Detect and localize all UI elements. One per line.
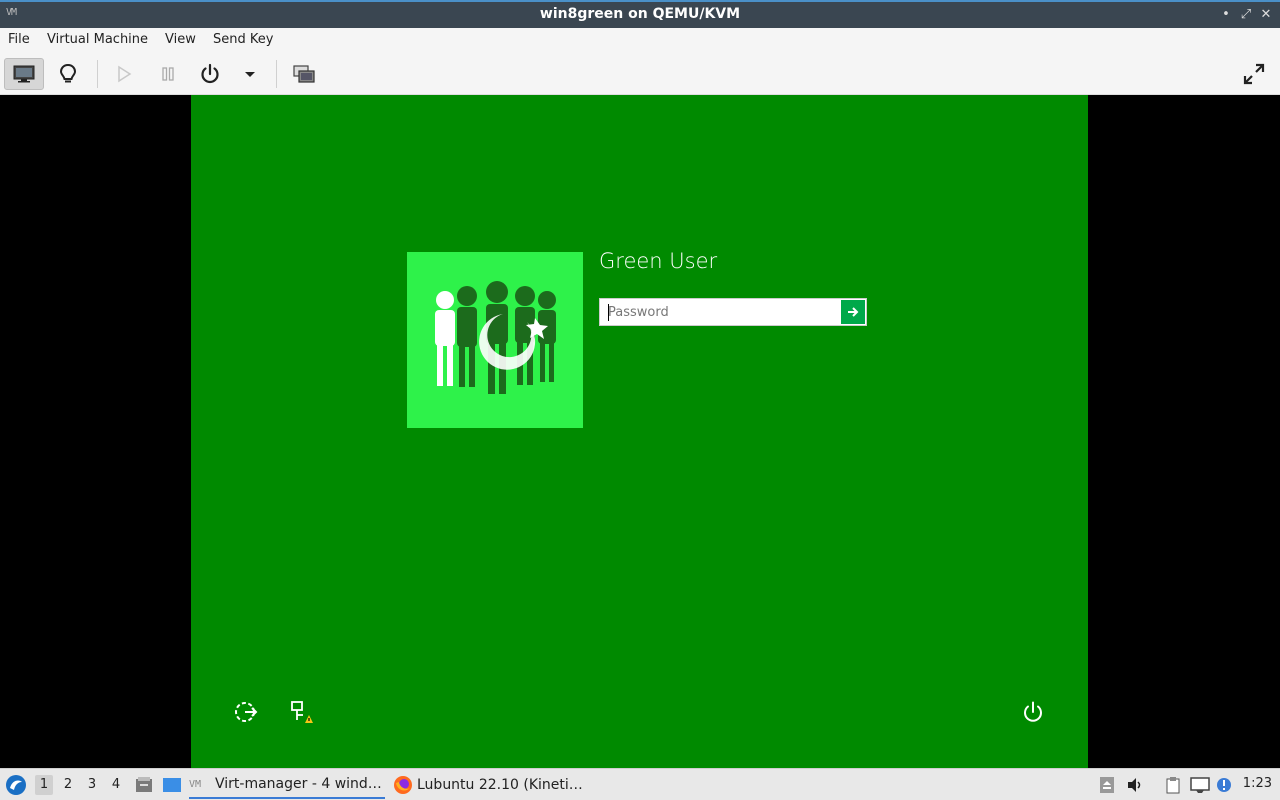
menu-virtual-machine[interactable]: Virtual Machine: [47, 32, 148, 47]
shutdown-menu-button[interactable]: [230, 58, 270, 90]
monitor-icon: [13, 65, 35, 83]
taskbar-task-virt-manager[interactable]: VM Virt-manager - 4 wind…: [189, 771, 385, 799]
show-details-button[interactable]: [48, 58, 88, 90]
pause-button[interactable]: [148, 58, 188, 90]
user-group-picture: [435, 281, 556, 394]
window-title: win8green on QEMU/KVM: [539, 6, 741, 22]
toolbar: [0, 53, 1280, 95]
arrow-right-icon: [848, 307, 859, 317]
workspace-2[interactable]: 2: [59, 775, 77, 795]
vm-power-button[interactable]: [1019, 698, 1047, 726]
minimize-button[interactable]: •: [1216, 5, 1236, 25]
task-label: Virt-manager - 4 wind…: [215, 776, 382, 792]
text-cursor: [608, 304, 609, 321]
snapshots-icon: [293, 65, 315, 83]
network-button[interactable]: [288, 698, 316, 726]
lubuntu-icon: [6, 775, 26, 795]
workspace-3[interactable]: 3: [83, 775, 101, 795]
dropdown-arrow-icon: [245, 72, 255, 77]
maximize-button[interactable]: ⤢: [1236, 5, 1256, 25]
workspace-1[interactable]: 1: [35, 775, 53, 795]
menu-bar: File Virtual Machine View Send Key: [0, 28, 1280, 53]
volume-icon: [1128, 778, 1141, 792]
fullscreen-icon: [1243, 63, 1265, 85]
pause-icon: [162, 67, 174, 81]
toolbar-separator: [276, 60, 277, 88]
eject-icon: [1100, 777, 1114, 793]
start-menu-button[interactable]: [5, 774, 27, 796]
taskbar: 1 2 3 4 VM Virt-manager - 4 wind… Lubunt…: [0, 768, 1280, 800]
play-icon: [118, 65, 132, 83]
volume-button[interactable]: [1125, 775, 1145, 795]
show-desktop-button[interactable]: [162, 775, 182, 795]
run-button[interactable]: [104, 58, 144, 90]
password-field[interactable]: [600, 299, 840, 325]
clipboard-icon: [1166, 777, 1180, 794]
show-console-button[interactable]: [4, 58, 44, 90]
close-button[interactable]: ✕: [1256, 5, 1276, 25]
menu-view[interactable]: View: [165, 32, 196, 47]
menu-file[interactable]: File: [8, 32, 30, 47]
snapshots-button[interactable]: [284, 58, 324, 90]
submit-password-button[interactable]: [841, 300, 865, 324]
ease-of-access-button[interactable]: [232, 698, 260, 726]
user-name: Green User: [599, 249, 718, 273]
shutdown-button[interactable]: [190, 58, 230, 90]
file-manager-icon: [136, 777, 152, 792]
taskbar-task-firefox[interactable]: Lubuntu 22.10 (Kineti…: [393, 771, 589, 799]
fullscreen-button[interactable]: [1234, 58, 1274, 90]
window-titlebar[interactable]: VM win8green on QEMU/KVM • ⤢ ✕: [0, 0, 1280, 28]
update-notifier-icon: [1217, 778, 1231, 792]
update-notifier-button[interactable]: [1214, 775, 1234, 795]
power-icon: [201, 63, 219, 84]
clipboard-button[interactable]: [1163, 775, 1183, 795]
task-label: Lubuntu 22.10 (Kineti…: [417, 777, 583, 793]
display-button[interactable]: [1190, 775, 1210, 795]
file-manager-launcher[interactable]: [134, 775, 154, 795]
virt-manager-icon: VM: [189, 778, 202, 790]
toolbar-separator: [97, 60, 98, 88]
eject-button[interactable]: [1097, 775, 1117, 795]
windows-login-screen[interactable]: Green User: [191, 95, 1088, 768]
lightbulb-icon: [59, 63, 77, 83]
ease-of-access-icon: [235, 702, 258, 722]
menu-send-key[interactable]: Send Key: [213, 32, 273, 47]
user-avatar: [407, 252, 583, 428]
clock[interactable]: 1:23: [1243, 776, 1272, 791]
password-box: [599, 298, 867, 326]
firefox-icon: [394, 776, 412, 794]
display-icon: [1190, 777, 1210, 793]
desktop-icon: [163, 778, 181, 792]
vm-display-area[interactable]: Green User: [0, 95, 1280, 768]
workspace-4[interactable]: 4: [107, 775, 125, 795]
power-icon: [1024, 701, 1042, 722]
network-warning-icon: [291, 701, 313, 723]
